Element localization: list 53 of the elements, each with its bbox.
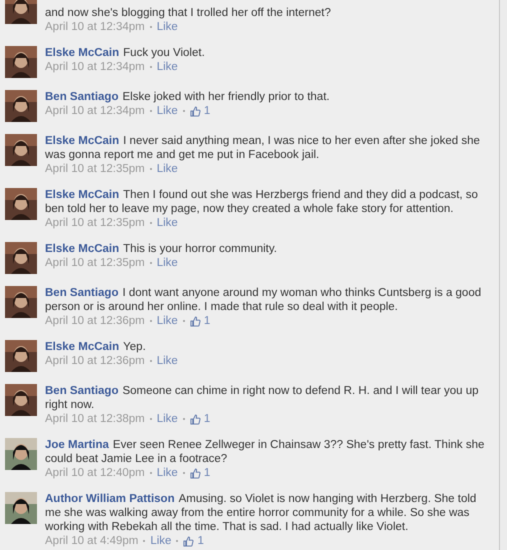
- comment-text: Ben Santiago Someone can chime in right now to defend R. H. and I will tear you up right now.: [45, 384, 480, 412]
- commenter-name[interactable]: Elske McCain: [45, 135, 120, 147]
- commenter-name[interactable]: Author William Pattison: [45, 493, 175, 505]
- comment-time[interactable]: April 10 at 12:36pm: [45, 314, 145, 328]
- commenter-name[interactable]: Elske McCain: [45, 189, 120, 201]
- comment-time[interactable]: April 10 at 12:35pm: [45, 162, 145, 176]
- like-count: 1: [204, 104, 210, 118]
- comment-text: Ben Santiago Elske joked with her friendly prior to that.: [45, 90, 331, 104]
- like-link[interactable]: Like: [156, 412, 178, 426]
- comment-text: Author William Pattison Amusing. so Violet is now hanging with Herzberg. She told me she was walking away from the entire horror community for a while. So she was working with Rebekah all the time. That is sad. I had actually like Violet.: [45, 492, 478, 534]
- like-link[interactable]: Like: [156, 354, 178, 368]
- like-count: 1: [204, 412, 210, 426]
- like-link[interactable]: Like: [156, 20, 178, 34]
- comment-text: Elske McCain I never said anything mean, I was nice to her even after she joked she was gonna report me and get me put in Facebook jail.: [45, 134, 481, 162]
- like-link[interactable]: Like: [156, 314, 178, 328]
- comment-text: and now she's blogging that I trolled her off the internet?: [45, 6, 332, 20]
- comment-text: Elske McCain This is your horror community.: [45, 242, 278, 256]
- like-link[interactable]: Like: [156, 104, 178, 118]
- like-link[interactable]: Like: [156, 162, 178, 176]
- comment-time[interactable]: April 10 at 12:34pm: [45, 60, 145, 74]
- like-count: 1: [197, 534, 204, 548]
- like-link[interactable]: Like: [156, 60, 178, 74]
- commenter-name[interactable]: Elske McCain: [45, 47, 120, 59]
- commenter-name[interactable]: Elske McCain: [45, 243, 120, 255]
- commenter-name[interactable]: Joe Martina: [45, 439, 109, 451]
- thumbs-up-icon: [183, 536, 194, 546]
- thumbs-up-icon: [190, 414, 201, 424]
- comment-text: Elske McCain Then I found out she was Herzbergs friend and they did a podcast, so ben told her to leave my page, now they created a whole fake story for attention.: [45, 188, 479, 216]
- comment-time[interactable]: April 10 at 4:49pm: [45, 534, 138, 548]
- thumbs-up-icon: [190, 106, 201, 116]
- thumbs-up-icon: [190, 468, 201, 478]
- commenter-name[interactable]: Ben Santiago: [45, 91, 118, 103]
- comment-text: Joe Martina Ever seen Renee Zellweger in Chainsaw 3?? She's pretty fast. Think she could beat Jamie Lee in a footrace?: [45, 438, 486, 466]
- like-count: 1: [204, 314, 210, 328]
- like-count: 1: [204, 466, 210, 480]
- comment-time[interactable]: April 10 at 12:35pm: [45, 256, 145, 270]
- comment-time[interactable]: April 10 at 12:34pm: [45, 104, 145, 118]
- comment-text: Ben Santiago I dont want anyone around my woman who thinks Cuntsberg is a good person or is around her online. I made that rule so deal with it people.: [45, 286, 482, 314]
- comment-time[interactable]: April 10 at 12:38pm: [45, 412, 145, 426]
- comment-text: Elske McCain Fuck you Violet.: [45, 46, 206, 60]
- comment-time[interactable]: April 10 at 12:40pm: [45, 466, 145, 480]
- commenter-name[interactable]: Elske McCain: [45, 341, 120, 353]
- comment-text: Elske McCain Yep.: [45, 340, 147, 354]
- thumbs-up-icon: [190, 316, 201, 326]
- like-link[interactable]: Like: [156, 466, 178, 480]
- commenter-name[interactable]: Ben Santiago: [45, 385, 118, 397]
- commenter-name[interactable]: Ben Santiago: [45, 287, 118, 299]
- comment-time[interactable]: April 10 at 12:34pm: [45, 20, 145, 34]
- comment-time[interactable]: April 10 at 12:36pm: [45, 354, 145, 368]
- like-link[interactable]: Like: [156, 216, 178, 230]
- like-link[interactable]: Like: [156, 256, 178, 270]
- like-link[interactable]: Like: [150, 534, 172, 548]
- comment-time[interactable]: April 10 at 12:35pm: [45, 216, 145, 230]
